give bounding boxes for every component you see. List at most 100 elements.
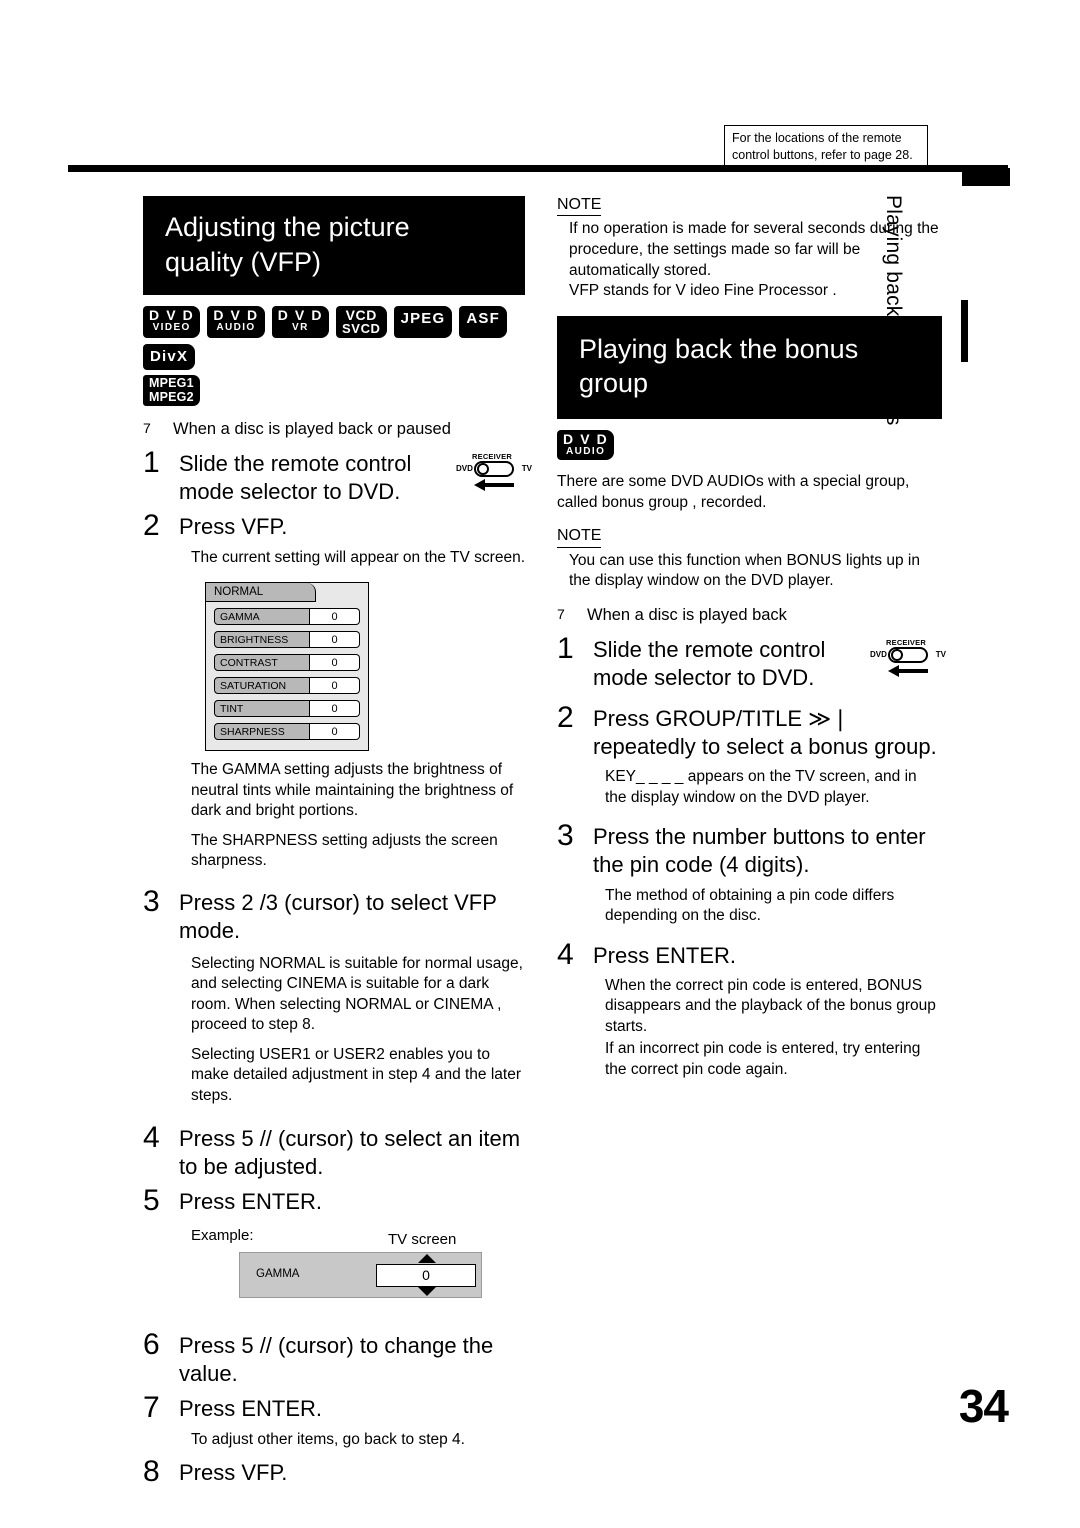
media-badge-asf: ASF [459, 306, 507, 339]
badge-bottom: VR [292, 322, 309, 334]
banner-line1: Adjusting the picture [165, 212, 410, 242]
badge-top: D V D [563, 430, 609, 447]
media-badge-dvd-video: D V D VIDEO [143, 306, 201, 339]
media-badge-list: D V D VIDEO D V D AUDIO D V D VR VCD SVC… [143, 306, 543, 371]
badge-bottom: MPEG2 [149, 389, 194, 404]
left-column: Adjusting the picture quality (VFP) D V … [143, 196, 532, 1488]
step-number: 1 [557, 631, 574, 665]
badge-top: DivX [150, 348, 189, 366]
remote-callout-line2: control buttons, refer to page 28. [732, 147, 913, 162]
bonus-step-2: 2 Press GROUP/TITLE ≫❘ repeatedly to sel… [557, 702, 942, 761]
step-text: Press VFP. [179, 514, 288, 540]
precondition-text: When a disc is played back or paused [173, 420, 451, 439]
osd-mode-tab: NORMAL [206, 583, 316, 603]
osd-row-value: 0 [310, 631, 360, 649]
banner-line2: group [579, 368, 649, 399]
badge-top: D V D [213, 307, 259, 324]
bonus-step-4-note-2: If an incorrect pin code is entered, try… [605, 1040, 921, 1078]
mode-selector-knob [891, 648, 903, 661]
precondition-bullet-icon: 7 [557, 605, 565, 622]
badge-bottom: AUDIO [216, 322, 256, 334]
osd-row: TINT 0 [214, 700, 360, 718]
note-block-1: NOTE If no operation is made for several… [557, 196, 942, 302]
badge-bottom: AUDIO [566, 445, 606, 457]
remote-callout-line1: For the locations of the remote [732, 131, 902, 145]
media-badge-vcd-svcd: VCD SVCD [336, 306, 387, 339]
tv-screen-widget: GAMMA 0 [239, 1251, 482, 1298]
osd-row-label: CONTRAST [214, 654, 310, 672]
step-3-note-1: Selecting NORMAL is suitable for normal … [191, 954, 523, 1034]
mode-selector-tv-label: TV [935, 649, 946, 659]
bonus-step-4: 4 Press ENTER. [557, 937, 942, 971]
gamma-description: The GAMMA setting adjusts the brightness… [191, 761, 514, 820]
bonus-step-2-note: KEY_ _ _ _ appears on the TV screen, and… [605, 768, 917, 806]
media-badge-list-row2: MPEG1 MPEG2 [143, 375, 543, 407]
media-badge-divx: DivX [143, 344, 196, 371]
step-7-note: To adjust other items, go back to step 4… [191, 1430, 465, 1448]
step-2-note: The current setting will appear on the T… [191, 548, 525, 566]
precondition-right: 7 When a disc is played back [557, 606, 942, 625]
left-arrow-head-icon [474, 479, 485, 492]
osd-row-label: BRIGHTNESS [214, 631, 310, 649]
manual-page: For the locations of the remote control … [0, 0, 1080, 1528]
step-5: 5 Press ENTER. [143, 1185, 525, 1217]
osd-row-value: 0 [310, 723, 360, 741]
step-number: 6 [143, 1327, 160, 1361]
badge-top: MPEG1 [149, 376, 194, 391]
mode-selector-knob [477, 463, 489, 476]
osd-row: GAMMA 0 [214, 608, 360, 626]
sharpness-description: The SHARPNESS setting adjusts the screen… [191, 831, 498, 870]
precondition-left: 7 When a disc is played back or paused [143, 420, 525, 439]
badge-top: D V D [277, 307, 324, 324]
step-number: 1 [143, 446, 160, 480]
note-1-line-1: If no operation is made for several seco… [569, 220, 939, 279]
step-text: Press VFP. [179, 1460, 288, 1486]
step-text: Press ENTER. [593, 942, 737, 968]
osd-row-label: GAMMA [214, 608, 310, 626]
tv-screen-label: TV screen [388, 1230, 457, 1248]
side-tab-marker-edge [961, 300, 968, 362]
step-3: 3 Press 2 /3 (cursor) to select VFP mode… [143, 884, 525, 945]
step-2: 2 Press VFP. [143, 510, 525, 542]
tv-item-label: GAMMA [256, 1267, 300, 1280]
badge-top: JPEG [400, 310, 446, 328]
badge-top: VCD [345, 307, 377, 324]
bonus-intro-text: There are some DVD AUDIOs with a special… [557, 472, 910, 511]
osd-row: BRIGHTNESS 0 [214, 631, 360, 649]
media-badge-dvd-audio: D V D AUDIO [207, 306, 265, 339]
step-text: Press 5 // (cursor) to select an item to… [179, 1126, 521, 1180]
example-tv-screen: Example: TV screen GAMMA 0 [191, 1227, 525, 1319]
osd-row-value: 0 [310, 677, 360, 695]
media-badge-dvd-vr: D V D VR [271, 306, 330, 339]
step-number: 4 [143, 1121, 160, 1155]
step-7: 7 Press ENTER. [143, 1392, 525, 1424]
banner-line1: Playing back the bonus [579, 333, 859, 364]
step-number: 3 [143, 884, 160, 918]
media-badge-dvd-audio: D V D AUDIO [557, 429, 615, 460]
step-number: 2 [143, 509, 160, 543]
step-number: 3 [557, 819, 574, 853]
note-2-text: You can use this function when BONUS lig… [569, 551, 920, 590]
media-badge-list-right: D V D AUDIO [557, 429, 957, 460]
step-text: Press the number buttons to enter the pi… [593, 824, 926, 878]
banner-line2: quality (VFP) [165, 246, 322, 277]
arrow-down-icon [418, 1286, 436, 1296]
bonus-step-4-note-1: When the correct pin code is entered, BO… [605, 977, 936, 1035]
osd-row-label: SATURATION [214, 677, 310, 695]
step-number: 4 [557, 937, 574, 971]
osd-row-value: 0 [310, 654, 360, 672]
media-badge-jpeg: JPEG [393, 306, 453, 339]
step-3-note-2: Selecting USER1 or USER2 enables you to … [191, 1045, 522, 1104]
page-number: 34 [958, 1380, 1009, 1432]
badge-bottom: SVCD [342, 321, 381, 337]
step-text: Press 5 // (cursor) to change the value. [179, 1332, 494, 1387]
mode-selector-dvd-label: DVD [870, 649, 887, 659]
step-text: Slide the remote control mode selector t… [593, 636, 826, 690]
mode-selector-receiver-label: RECEIVER [886, 637, 926, 647]
osd-row: CONTRAST 0 [214, 654, 360, 672]
osd-row: SATURATION 0 [214, 677, 360, 695]
remote-mode-selector-icon: RECEIVER DVD TV [456, 452, 532, 502]
badge-bottom: VIDEO [152, 322, 191, 334]
step-number: 2 [557, 701, 574, 735]
step-number: 5 [143, 1184, 160, 1218]
